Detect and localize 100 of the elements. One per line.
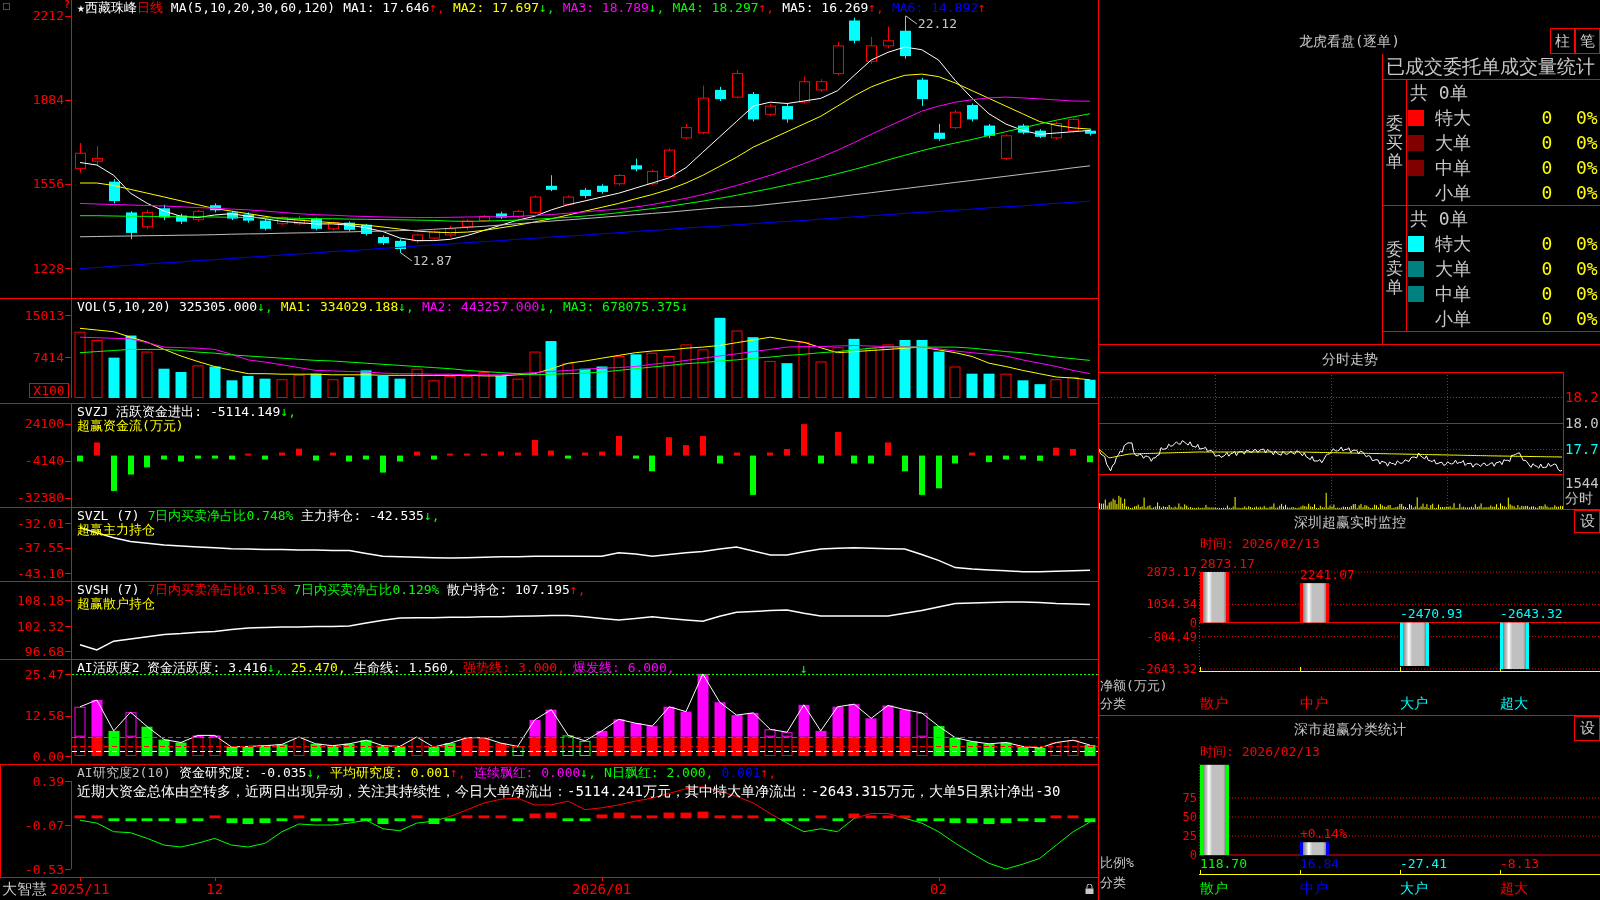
trend-arrow: ↓, (423, 509, 440, 523)
candle (210, 202, 221, 213)
unit-label: X100 (29, 383, 69, 398)
candle (75, 142, 86, 174)
order-type-label: 小单 (1435, 307, 1472, 330)
chart-title: 深圳超赢实时监控 (1293, 512, 1406, 531)
trend-arrow: ↓, (267, 661, 283, 675)
chart-bar (1400, 622, 1429, 666)
order-type-label: 小单 (1435, 181, 1472, 204)
candle (900, 15, 911, 60)
indicator-label: MA3: 18.789 (562, 1, 649, 15)
trend-arrow: ↓, (580, 766, 596, 780)
order-count: 0 (1540, 282, 1554, 305)
period-label: 日线 (136, 1, 163, 15)
candle (833, 41, 844, 76)
axis-label: 12.58 (24, 708, 64, 723)
candle (142, 209, 153, 230)
indicator-label: MA4: 18.297 (672, 1, 759, 15)
candle (311, 217, 322, 231)
indicator-label: N日飘红: 2.000, (604, 766, 714, 780)
indicator-label: SVZJ (77, 405, 109, 419)
panel-title: 分时走势 (1321, 349, 1378, 368)
trend-arrow: ↓, (539, 1, 555, 15)
candle (782, 103, 793, 124)
indicator-label: 平均研究度: 0.001 (330, 766, 450, 780)
order-percent: 0% (1576, 181, 1598, 204)
axis-label: 1556 (32, 176, 64, 192)
axis-label: 75 (1182, 791, 1197, 805)
value-label: -2470.93 (1400, 606, 1463, 621)
order-percent: 0% (1576, 131, 1598, 154)
settings-button[interactable]: 设 (1574, 716, 1600, 741)
indicator-label: 散户持仓: 107.195 (447, 583, 570, 597)
axis-label: 24100 (24, 416, 64, 432)
candle (799, 76, 810, 104)
axis-label: -0.07 (24, 817, 64, 833)
view-button[interactable]: 柱 (1550, 28, 1575, 54)
value-label: -8.13 (1500, 855, 1540, 871)
annotation: 22.12 (917, 16, 957, 32)
trend-arrow: ↓, (539, 300, 555, 314)
brand-label: 大智慧 (2, 879, 47, 900)
candle (1035, 128, 1046, 139)
axis-label: -804.49 (1146, 629, 1197, 644)
candle (681, 123, 692, 140)
indicator-label: MA2: 443257.000 (421, 300, 540, 314)
axis-label: -2643.32 (1139, 662, 1197, 676)
candle (1001, 133, 1012, 161)
axis-title: 分类 (1100, 695, 1126, 711)
axis-title: 比例% (1100, 854, 1134, 870)
group-label: 委卖单 (1386, 240, 1403, 297)
indicator-label: 生命线: 1.560, (353, 661, 456, 675)
candle (546, 174, 557, 192)
category-label: 中户 (1300, 880, 1328, 896)
help-mark: ? (64, 0, 71, 10)
category-label: 中户 (1300, 695, 1328, 711)
axis-label: -37.55 (17, 540, 64, 556)
indicator-label: MA5: 16.269 (782, 1, 869, 15)
order-type-label: 特大 (1435, 106, 1472, 129)
candle (732, 69, 743, 99)
time-label: 时间: 2026/02/13 (1200, 535, 1320, 551)
axis-label: 1884 (32, 92, 64, 108)
axis-label: 25 (1182, 829, 1197, 843)
category-label: 大户 (1400, 695, 1428, 711)
settings-button[interactable]: 设 (1574, 510, 1600, 533)
axis-label: 108.18 (17, 592, 64, 608)
view-button[interactable]: 笔 (1575, 28, 1600, 54)
candle (1051, 120, 1062, 140)
value-label: 2241.07 (1300, 566, 1355, 582)
candle (816, 78, 827, 93)
order-percent: 0% (1576, 307, 1598, 330)
indicator-label: VOL(5,10,20) (77, 300, 171, 314)
signal-arrow: ↓ (799, 660, 808, 676)
axis-label: 7414 (32, 349, 64, 365)
order-percent: 0% (1576, 156, 1598, 179)
chart-bar (1500, 622, 1529, 669)
order-total: 共 0单 (1409, 81, 1469, 105)
indicator-label: 7日内买卖净占比0.15% (147, 583, 286, 597)
order-count: 0 (1540, 156, 1554, 179)
axis-label: -0.53 (24, 861, 64, 877)
chart-bar (1200, 572, 1229, 623)
order-count: 0 (1540, 181, 1554, 204)
candle (462, 218, 473, 231)
axis-label: 1544 (1565, 475, 1599, 491)
indicator-label: SVZL (7) (77, 509, 140, 523)
indicator-label: 25.470, (290, 661, 346, 675)
candle (260, 218, 271, 231)
trend-arrow: ↑, (758, 1, 775, 15)
candle (328, 220, 339, 231)
candle (361, 223, 372, 236)
indicator-label: MA6: 14.892 (891, 1, 979, 15)
annotation: 12.87 (412, 253, 452, 269)
indicator-label: SVSH (7) (77, 583, 140, 597)
candle (412, 233, 423, 244)
candle (159, 204, 170, 221)
date-label: 02 (930, 880, 947, 899)
indicator-label: 325305.000 (178, 300, 258, 314)
order-type-label: 中单 (1435, 282, 1472, 305)
price-callout: 12.87 (400, 252, 452, 269)
candle (984, 123, 995, 139)
candle (227, 210, 238, 221)
candle (698, 85, 709, 135)
